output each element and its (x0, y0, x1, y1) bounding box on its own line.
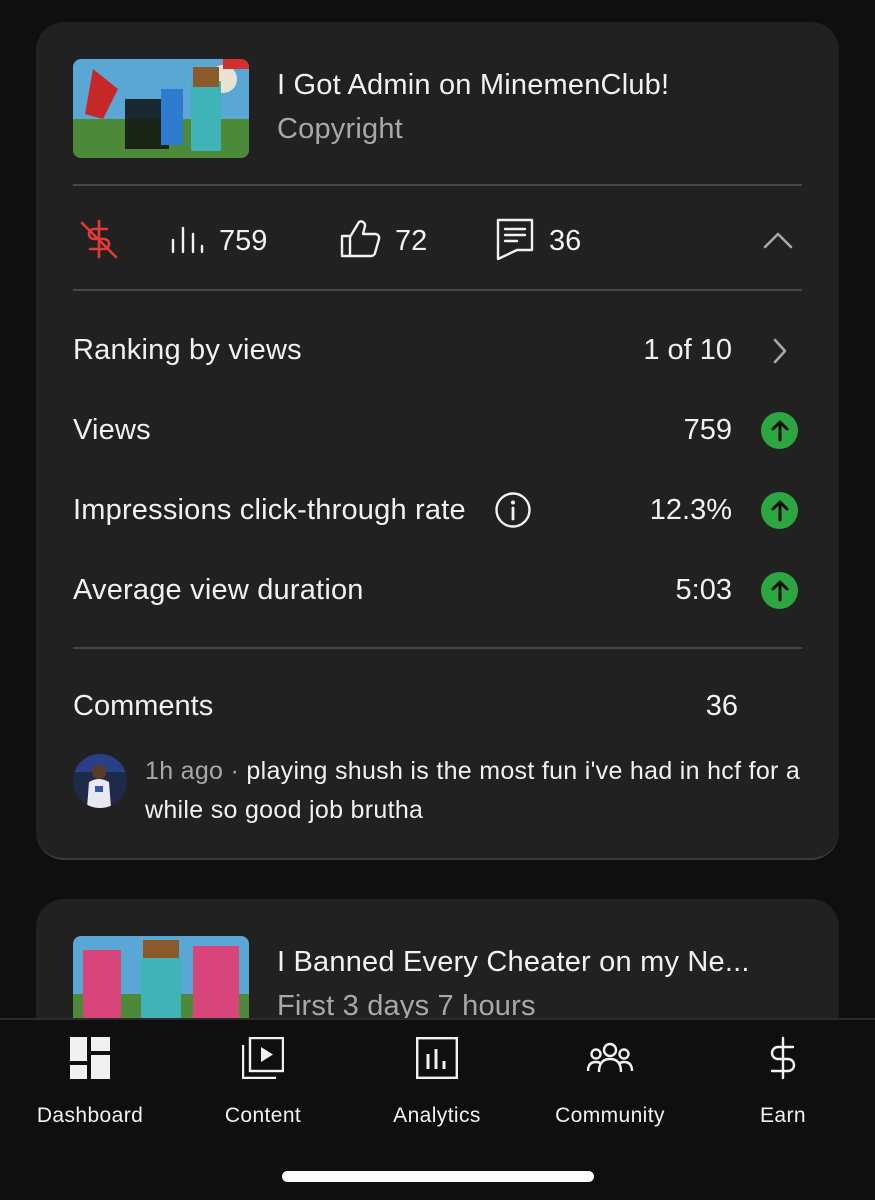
comments-label: Comments (73, 689, 214, 722)
earn-icon (768, 1034, 798, 1082)
nav-analytics[interactable]: Analytics (352, 1034, 522, 1128)
trend-up-icon (761, 411, 798, 449)
comment-icon (495, 217, 535, 266)
comments-header[interactable]: Comments 36 (73, 684, 802, 728)
metric-label: Impressions click-through rate (73, 493, 466, 526)
dashboard-icon (70, 1034, 110, 1082)
bar-chart-icon (169, 224, 205, 259)
metric-value: 1 of 10 (643, 333, 732, 366)
nav-earn[interactable]: Earn (698, 1034, 868, 1128)
views-stat: 759 (169, 212, 267, 270)
comments-count: 36 (705, 689, 738, 722)
info-icon[interactable] (494, 491, 532, 529)
home-indicator[interactable] (282, 1171, 594, 1182)
comment-item[interactable]: 1h ago · playing shush is the most fun i… (73, 752, 813, 830)
comment-text: 1h ago · playing shush is the most fun i… (145, 752, 813, 830)
nav-label: Content (224, 1104, 302, 1127)
analytics-icon (416, 1034, 458, 1082)
metric-label: Ranking by views (73, 333, 302, 366)
views-metric-row: Views 759 (73, 405, 802, 455)
video-header[interactable]: I Got Admin on MinemenClub! Copyright (73, 59, 669, 158)
video-stats-row: 759 72 36 (73, 212, 802, 270)
thumbs-up-icon (339, 219, 381, 264)
collapse-chevron-up-icon[interactable] (762, 225, 794, 262)
nav-dashboard[interactable]: Dashboard (5, 1034, 175, 1128)
likes-count: 72 (395, 224, 428, 257)
nav-label: Community (555, 1104, 665, 1127)
comment-separator: · (223, 757, 247, 785)
metric-value: 5:03 (675, 573, 732, 606)
comments-stat: 36 (495, 212, 581, 270)
studio-page: I Got Admin on MinemenClub! Copyright 75… (0, 0, 875, 1200)
comment-time: 1h ago (145, 757, 224, 785)
monetization-off-icon (79, 217, 119, 266)
likes-stat: 72 (339, 212, 427, 270)
video-thumbnail[interactable] (73, 59, 249, 158)
video-subtitle: Copyright (277, 113, 403, 145)
avatar (73, 754, 127, 808)
ctr-metric-row: Impressions click-through rate 12.3% (73, 485, 802, 535)
monetization-status[interactable] (79, 212, 119, 270)
ranking-row[interactable]: Ranking by views 1 of 10 (73, 325, 802, 375)
trend-up-icon (761, 491, 798, 529)
chevron-right-icon (772, 337, 788, 370)
video-title[interactable]: I Banned Every Cheater on my Ne... (277, 944, 750, 980)
views-count: 759 (219, 224, 268, 257)
nav-community[interactable]: Community (525, 1034, 695, 1128)
divider (73, 647, 802, 649)
community-icon (586, 1034, 634, 1082)
avg-duration-row: Average view duration 5:03 (73, 565, 802, 615)
metric-label: Average view duration (73, 573, 364, 606)
divider (73, 289, 802, 291)
trend-up-icon (761, 571, 798, 609)
nav-label: Earn (760, 1104, 806, 1127)
nav-label: Dashboard (36, 1104, 144, 1127)
metric-label: Views (73, 413, 151, 446)
video-title[interactable]: I Got Admin on MinemenClub! (277, 67, 669, 103)
metric-value: 759 (683, 413, 732, 446)
nav-content[interactable]: Content (178, 1034, 348, 1128)
nav-label: Analytics (393, 1104, 481, 1127)
comments-stat-count: 36 (549, 224, 582, 257)
metric-value: 12.3% (649, 493, 732, 526)
video-card[interactable]: I Got Admin on MinemenClub! Copyright 75… (36, 22, 839, 860)
divider (73, 184, 802, 186)
content-icon (242, 1034, 284, 1082)
